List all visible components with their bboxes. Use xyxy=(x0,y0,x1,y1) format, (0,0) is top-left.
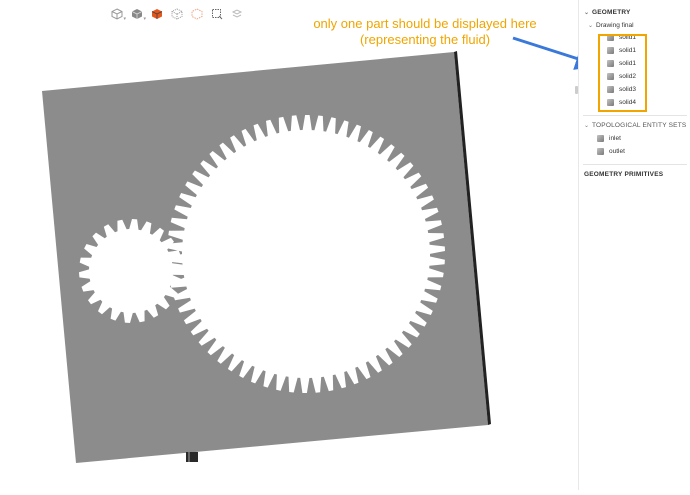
topo-item[interactable]: inlet xyxy=(579,132,690,145)
gear-model[interactable] xyxy=(0,0,578,490)
divider xyxy=(583,164,687,165)
drawing-node[interactable]: ⌄ Drawing final xyxy=(579,19,690,31)
highlight-box xyxy=(598,34,647,112)
chevron-down-icon: ⌄ xyxy=(588,22,594,29)
geometry-primitives-header[interactable]: GEOMETRY PRIMITIVES xyxy=(579,167,690,181)
drawing-name: Drawing final xyxy=(596,21,634,29)
annotation-text: only one part should be displayed here (… xyxy=(313,16,537,47)
topo-title: TOPOLOGICAL ENTITY SETS xyxy=(592,121,687,129)
chevron-down-icon: ⌄ xyxy=(584,9,590,16)
topological-sets-header[interactable]: ⌄ TOPOLOGICAL ENTITY SETS xyxy=(579,118,690,132)
topo-label: inlet xyxy=(609,135,621,142)
outlet-stub-highlight xyxy=(188,452,190,462)
divider xyxy=(583,115,687,116)
geometry-section-header[interactable]: ⌄ GEOMETRY xyxy=(579,5,690,19)
primitives-title: GEOMETRY PRIMITIVES xyxy=(584,170,664,178)
panel-resize-handle[interactable] xyxy=(575,86,578,94)
chevron-down-icon: ⌄ xyxy=(584,122,590,129)
set-cube-icon xyxy=(597,135,604,142)
outlet-stub xyxy=(186,452,198,462)
topo-item[interactable]: outlet xyxy=(579,145,690,158)
set-cube-icon xyxy=(597,148,604,155)
geometry-title: GEOMETRY xyxy=(592,8,631,16)
3d-viewport[interactable] xyxy=(0,0,578,490)
topo-label: outlet xyxy=(609,148,625,155)
